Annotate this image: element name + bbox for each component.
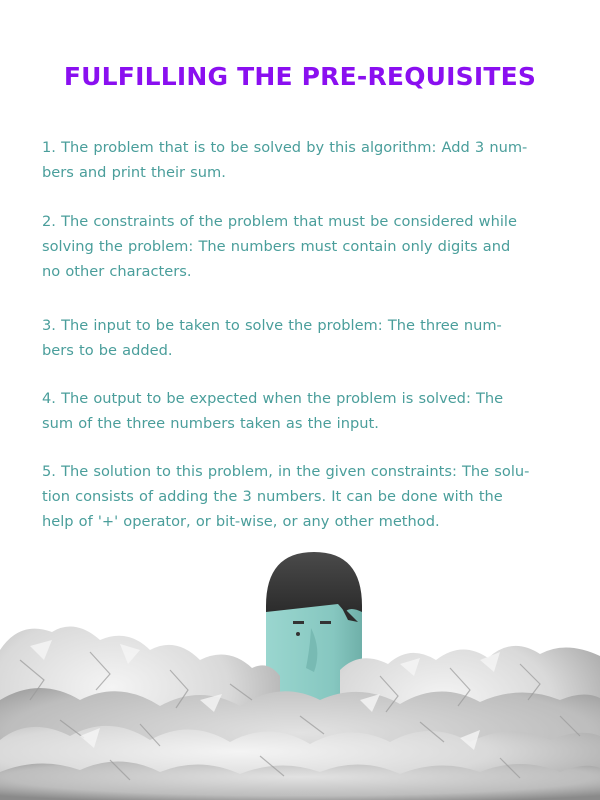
prerequisite-item-5: 5. The solution to this problem, in the … <box>42 459 564 534</box>
page: FULFILLING THE PRE-REQUISITES 1. The pro… <box>0 0 600 800</box>
character-eye-dot <box>296 632 300 636</box>
prerequisite-item-3: 3. The input to be taken to solve the pr… <box>42 313 564 363</box>
page-title: FULFILLING THE PRE-REQUISITES <box>63 62 537 91</box>
character-eye-right <box>320 621 331 624</box>
item-3-line-1: 3. The input to be taken to solve the pr… <box>42 317 502 334</box>
item-4-line-2: sum of the three numbers taken as the in… <box>42 415 379 432</box>
prerequisite-item-4: 4. The output to be expected when the pr… <box>42 386 564 436</box>
item-2-line-1: 2. The constraints of the problem that m… <box>42 213 517 230</box>
item-5-line-3: help of '+' operator, or bit-wise, or an… <box>42 513 440 530</box>
item-5-line-2: tion consists of adding the 3 numbers. I… <box>42 488 503 505</box>
item-2-line-3: no other characters. <box>42 263 192 280</box>
item-3-line-2: bers to be added. <box>42 342 173 359</box>
character-hair <box>266 552 362 612</box>
character-eye-left <box>293 621 304 624</box>
item-1-line-2: bers and print their sum. <box>42 164 226 181</box>
character-in-crumpled-paper-illustration <box>0 552 600 800</box>
item-4-line-1: 4. The output to be expected when the pr… <box>42 390 504 407</box>
item-5-line-1: 5. The solution to this problem, in the … <box>42 463 530 480</box>
prerequisite-item-2: 2. The constraints of the problem that m… <box>42 209 564 284</box>
item-2-line-2: solving the problem: The numbers must co… <box>42 238 511 255</box>
prerequisite-item-1: 1. The problem that is to be solved by t… <box>42 135 564 185</box>
item-1-line-1: 1. The problem that is to be solved by t… <box>42 139 528 156</box>
